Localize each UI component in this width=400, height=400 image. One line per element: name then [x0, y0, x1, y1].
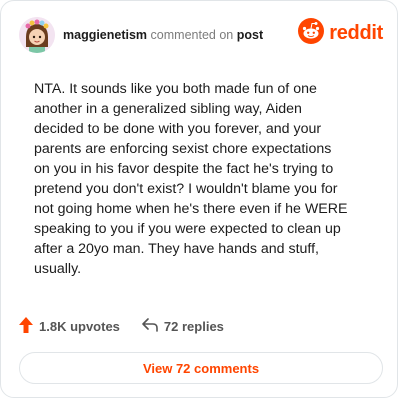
upvote-label: 1.8K upvotes: [39, 319, 120, 334]
post-link[interactable]: post: [237, 28, 263, 42]
view-comments-button[interactable]: View 72 comments: [19, 352, 383, 384]
comment-body: NTA. It sounds like you both made fun of…: [34, 81, 348, 277]
brand-wordmark: reddit: [329, 22, 383, 44]
cartoon-avatar-icon[interactable]: [19, 17, 55, 53]
reddit-logo[interactable]: reddit: [298, 18, 383, 49]
reply-count[interactable]: 72 replies: [142, 318, 224, 335]
byline: maggienetism commented on post: [63, 28, 263, 42]
upvote-count[interactable]: 1.8K upvotes: [19, 317, 120, 336]
reply-label: 72 replies: [163, 319, 224, 334]
comment-card: maggienetism commented on post reddit NT…: [0, 0, 398, 398]
action-text: commented on: [150, 28, 234, 42]
comment-stats: 1.8K upvotes 72 replies: [19, 317, 246, 336]
username-link[interactable]: maggienetism: [63, 28, 147, 42]
comment-header: maggienetism commented on post reddit: [15, 15, 383, 55]
reply-arrow-icon: [142, 318, 158, 335]
reddit-snoo-icon: [298, 18, 325, 49]
upvote-arrow-icon: [19, 317, 33, 336]
